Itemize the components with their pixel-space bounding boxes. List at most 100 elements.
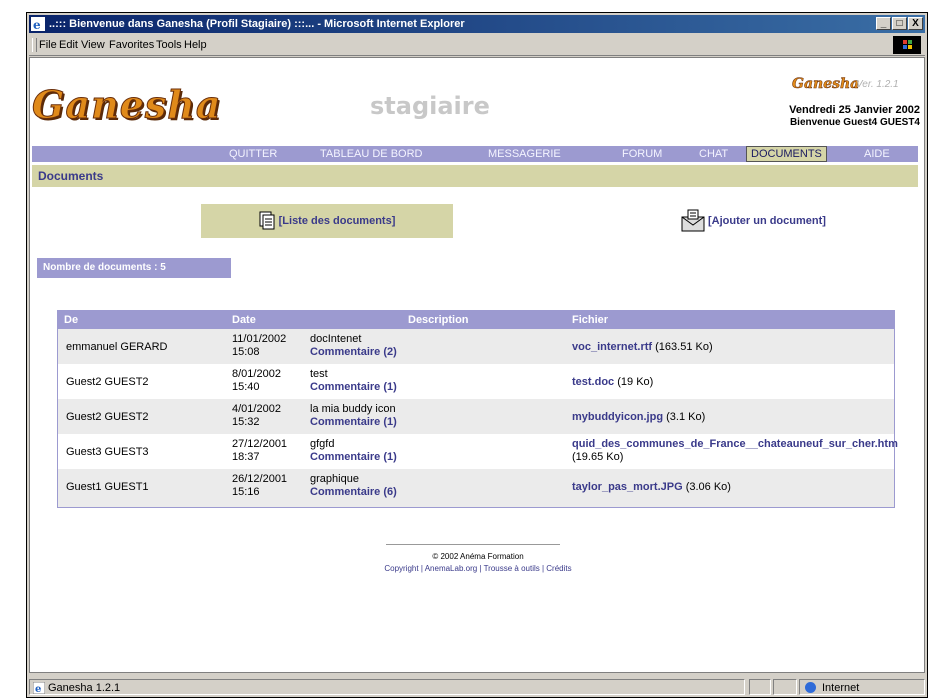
menu-help[interactable]: Help xyxy=(184,35,207,55)
add-document-link[interactable]: [Ajouter un document] xyxy=(680,208,826,234)
security-zone: Internet xyxy=(799,679,925,695)
nav-documents[interactable]: DOCUMENTS xyxy=(746,146,827,162)
internet-explorer-icon: e xyxy=(31,17,45,31)
documents-count: Nombre de documents : 5 xyxy=(37,258,231,278)
svg-text:e: e xyxy=(33,18,41,31)
status-panel-2 xyxy=(773,679,797,695)
nav-chat[interactable]: CHAT xyxy=(699,146,728,162)
add-document-label: [Ajouter un document] xyxy=(708,215,826,227)
windows-logo-icon xyxy=(893,36,921,54)
row-author: Guest1 GUEST1 xyxy=(66,481,149,493)
footer-link-credits[interactable]: Crédits xyxy=(546,564,571,573)
row-comment-link[interactable]: Commentaire (2) xyxy=(310,346,397,358)
row-date: 8/01/2002 xyxy=(232,368,281,380)
row-time: 18:37 xyxy=(232,451,260,463)
row-time: 15:40 xyxy=(232,381,260,393)
row-time: 15:16 xyxy=(232,486,260,498)
status-bar: e Ganesha 1.2.1 Internet xyxy=(29,679,925,695)
header-de: De xyxy=(64,314,79,326)
footer-link-trousse[interactable]: Trousse à outils xyxy=(484,564,540,573)
svg-text:e: e xyxy=(35,684,41,694)
row-author: Guest3 GUEST3 xyxy=(66,446,149,458)
browser-window: e ..::: Bienvenue dans Ganesha (Profil S… xyxy=(26,12,928,698)
table-row: Guest1 GUEST1 26/12/2001 15:16 graphique… xyxy=(58,469,894,504)
nav-messagerie[interactable]: MESSAGERIE xyxy=(488,146,561,162)
row-file-link[interactable]: mybuddyicon.jpg xyxy=(572,411,663,423)
row-date: 27/12/2001 xyxy=(232,438,288,450)
row-description: graphique xyxy=(310,473,359,485)
current-date: Vendredi 25 Janvier 2002 xyxy=(789,104,920,116)
globe-icon xyxy=(805,682,816,693)
footer-copyright: © 2002 Anéma Formation xyxy=(432,552,524,561)
documents-icon xyxy=(259,211,275,230)
row-file-link[interactable]: quid_des_communes_de_France__chateauneuf… xyxy=(572,438,898,450)
nav-aide[interactable]: AIDE xyxy=(864,146,890,162)
row-comment-link[interactable]: Commentaire (1) xyxy=(310,416,397,428)
documents-list-button[interactable]: [Liste des documents] xyxy=(201,204,453,238)
nav-tableau-de-bord[interactable]: TABLEAU DE BORD xyxy=(320,146,423,162)
menu-edit[interactable]: Edit xyxy=(59,35,78,55)
status-panel-1 xyxy=(749,679,771,695)
nav-quitter[interactable]: QUITTER xyxy=(229,146,277,162)
row-file-size: (19 Ko) xyxy=(614,376,654,388)
nav-forum[interactable]: FORUM xyxy=(622,146,662,162)
toolbar-grip[interactable] xyxy=(32,38,37,52)
row-date: 4/01/2002 xyxy=(232,403,281,415)
row-time: 15:32 xyxy=(232,416,260,428)
row-comment-link[interactable]: Commentaire (1) xyxy=(310,381,397,393)
version-label: Ver. 1.2.1 xyxy=(856,79,899,90)
window-title: ..::: Bienvenue dans Ganesha (Profil Sta… xyxy=(49,18,465,30)
status-text: Ganesha 1.2.1 xyxy=(48,682,121,694)
table-row: Guest2 GUEST2 8/01/2002 15:40 test Comme… xyxy=(58,364,894,399)
row-author: Guest2 GUEST2 xyxy=(66,411,149,423)
documents-list-label: [Liste des documents] xyxy=(278,215,396,227)
footer-link-anemalab[interactable]: AnemaLab.org xyxy=(425,564,477,573)
row-author: Guest2 GUEST2 xyxy=(66,376,149,388)
menu-file[interactable]: File xyxy=(39,35,57,55)
zone-label: Internet xyxy=(822,682,860,694)
menu-view[interactable]: View xyxy=(81,35,105,55)
row-author: emmanuel GERARD xyxy=(66,341,168,353)
header-date: Date xyxy=(232,314,256,326)
table-header: De Date Description Fichier xyxy=(58,311,894,329)
page-icon: e xyxy=(33,682,45,694)
row-file-size: (3.06 Ko) xyxy=(682,481,731,493)
profile-role: stagiaire xyxy=(370,92,490,120)
table-row: Guest2 GUEST2 4/01/2002 15:32 la mia bud… xyxy=(58,399,894,434)
row-file-size: (19.65 Ko) xyxy=(572,451,624,463)
row-file-link[interactable]: voc_internet.rtf xyxy=(572,341,652,353)
documents-table: De Date Description Fichier emmanuel GER… xyxy=(57,310,898,508)
title-bar[interactable]: e ..::: Bienvenue dans Ganesha (Profil S… xyxy=(29,15,925,33)
table-row: emmanuel GERARD 11/01/2002 15:08 docInte… xyxy=(58,329,894,364)
window-controls: _ □ X xyxy=(876,17,923,31)
row-comment-link[interactable]: Commentaire (6) xyxy=(310,486,397,498)
close-button[interactable]: X xyxy=(908,17,923,30)
row-time: 15:08 xyxy=(232,346,260,358)
row-date: 26/12/2001 xyxy=(232,473,288,485)
mail-add-icon xyxy=(681,209,705,232)
row-description: docIntenet xyxy=(310,333,362,345)
menu-bar: File Edit View Favorites Tools Help xyxy=(29,35,925,56)
footer-links: Copyright | AnemaLab.org | Trousse à out… xyxy=(30,564,924,573)
minimize-button[interactable]: _ xyxy=(876,17,891,30)
row-description: gfgfd xyxy=(310,438,335,450)
row-description: test xyxy=(310,368,328,380)
header-fichier: Fichier xyxy=(572,314,609,326)
page-content: Ganesha stagiaire Ganesha Ver. 1.2.1 Ven… xyxy=(29,57,925,673)
row-comment-link[interactable]: Commentaire (1) xyxy=(310,451,397,463)
menu-favorites[interactable]: Favorites xyxy=(109,35,154,55)
header-description: Description xyxy=(408,314,469,326)
row-description: la mia buddy icon xyxy=(310,403,396,415)
menu-tools[interactable]: Tools xyxy=(156,35,182,55)
row-date: 11/01/2002 xyxy=(232,333,287,345)
footer-divider xyxy=(386,544,560,545)
ganesha-logo: Ganesha xyxy=(32,82,222,128)
ganesha-small-logo: Ganesha xyxy=(792,76,860,93)
section-title: Documents xyxy=(32,165,918,187)
row-file-link[interactable]: test.doc xyxy=(572,376,614,388)
table-row: Guest3 GUEST3 27/12/2001 18:37 gfgfd Com… xyxy=(58,434,898,469)
row-file-link[interactable]: taylor_pas_mort.JPG xyxy=(572,481,683,493)
maximize-button[interactable]: □ xyxy=(892,17,907,30)
footer-link-copyright[interactable]: Copyright xyxy=(384,564,418,573)
row-file-size: (163.51 Ko) xyxy=(652,341,713,353)
